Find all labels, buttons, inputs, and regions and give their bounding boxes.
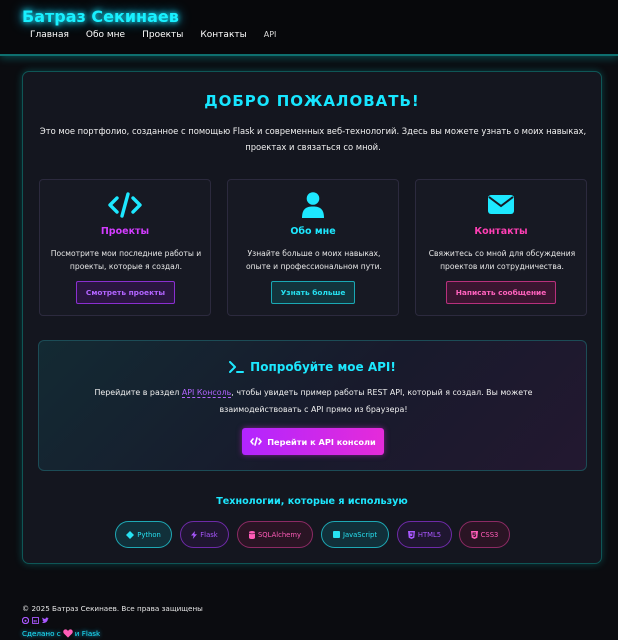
tech-badge-label: CSS3 [480,530,499,539]
site-brand[interactable]: Батраз Секинаев [22,7,179,26]
tech-badge-javascript: JavaScript [321,521,389,548]
terminal-icon [229,361,245,373]
card-projects: Проекты Посмотрите мои последние работы … [39,179,211,316]
made-with-flask-text: и Flask [74,629,101,638]
nav-item-home[interactable]: Главная [30,30,69,40]
tech-badge-python: Python [115,521,172,548]
twitter-icon[interactable] [42,617,49,624]
css3-icon [470,530,478,539]
nav-item-api[interactable]: API [264,30,277,40]
learn-more-button[interactable]: Узнать больше [271,281,355,304]
code-icon [40,192,210,218]
tech-badge-sqlalchemy: SQLAlchemy [237,521,313,548]
main-panel: ДОБРО ПОЖАЛОВАТЬ! Это мое портфолио, соз… [22,71,602,564]
api-promo: Попробуйте мое API! Перейдите в раздел A… [38,340,587,471]
write-message-button[interactable]: Написать сообщение [446,281,556,304]
go-to-api-console-button[interactable]: Перейти к API консоли [242,428,384,455]
envelope-icon [416,192,586,218]
card-text: Посмотрите мои последние работы и проект… [50,249,202,271]
card-title: Обо мне [290,226,336,237]
nav-item-about[interactable]: Обо мне [86,30,125,40]
card-title: Контакты [474,226,528,237]
tech-badge-label: JavaScript [342,530,378,539]
api-text-before: Перейдите в раздел [94,388,182,397]
tech-badge-label: Python [137,530,161,539]
card-contacts: Контакты Свяжитесь со мной для обсуждени… [415,179,587,316]
view-projects-button[interactable]: Смотреть проекты [76,281,175,304]
heart-icon [63,629,73,638]
tech-badge-label: SQLAlchemy [257,530,301,539]
javascript-icon [332,531,340,538]
code-icon [250,437,263,446]
page-title: ДОБРО ПОЖАЛОВАТЬ! [204,92,420,110]
github-icon[interactable] [22,617,29,624]
intro-text: Это мое портфолио, созданное с помощью F… [39,126,587,152]
nav-item-projects[interactable]: Проекты [142,30,183,40]
api-promo-text: Перейдите в раздел API Консоль, чтобы ув… [59,384,568,418]
bolt-icon [191,530,198,539]
nav-item-contacts[interactable]: Контакты [200,30,246,40]
card-text: Узнайте больше о моих навыках, опыте и п… [246,249,382,271]
made-with-text: Сделано с [22,629,61,638]
python-icon [126,530,135,539]
card-about: Обо мне Узнайте больше о моих навыках, о… [227,179,399,316]
tech-badge-label: HTML5 [417,530,442,539]
tech-badge-flask: Flask [180,521,229,548]
api-button-label: Перейти к API консоли [267,436,376,447]
api-console-link[interactable]: API Консоль [181,388,232,398]
card-title: Проекты [100,226,150,237]
tech-section-title: Технологии, которые я использую [216,496,408,507]
card-text: Свяжитесь со мной для обсуждения проекто… [428,249,576,271]
site-header: Батраз Секинаев Главная Обо мне Проекты … [0,0,618,56]
api-promo-title: Попробуйте мое API! [39,360,586,374]
tech-badge-label: Flask [200,530,218,539]
api-promo-heading: Попробуйте мое API! [250,360,396,374]
html5-icon [407,530,415,539]
user-icon [228,192,398,218]
database-icon [248,530,255,539]
linkedin-icon[interactable] [32,617,39,624]
tech-badge-html5: HTML5 [397,521,452,548]
api-text-after: , чтобы увидеть пример работы REST API, … [219,388,533,414]
tech-badge-css3: CSS3 [459,521,510,548]
made-with-line: Сделано с и Flask [22,629,100,638]
footer-copyright: © 2025 Батраз Секинаев. Все права защище… [22,604,203,613]
social-links [22,617,49,624]
main-nav: Главная Обо мне Проекты Контакты API [30,30,276,40]
